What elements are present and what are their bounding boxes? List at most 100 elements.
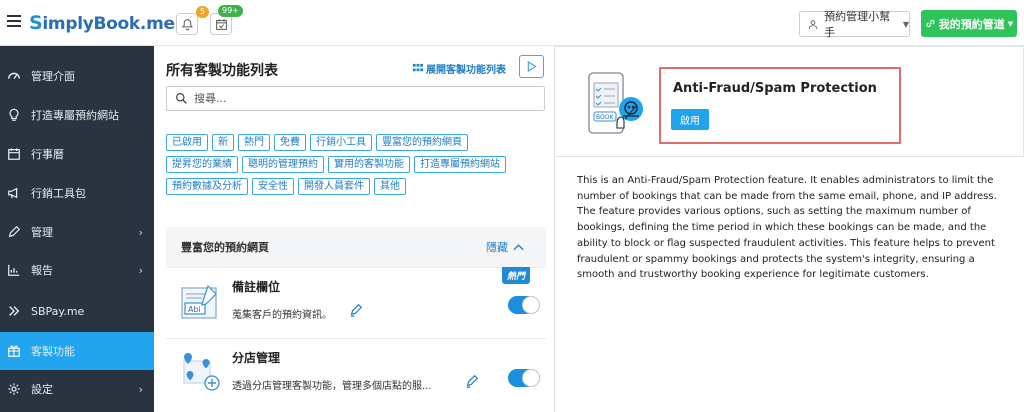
chevron-right-icon: › bbox=[138, 263, 143, 277]
filter-tag[interactable]: 聰明的管理預約 bbox=[242, 156, 324, 173]
svg-text:Abi: Abi bbox=[188, 305, 201, 314]
video-tutorial-button[interactable] bbox=[519, 55, 544, 78]
page-title: 所有客製功能列表 bbox=[166, 63, 278, 79]
filter-tag[interactable]: 打造專屬預約網站 bbox=[414, 156, 506, 173]
filter-tag[interactable]: 行銷小工具 bbox=[310, 134, 372, 151]
filter-tag[interactable]: 熱門 bbox=[238, 134, 270, 151]
sidebar-item-marketing[interactable]: 行銷工具包 bbox=[0, 174, 154, 212]
tag-row: 已啟用 新 熱門 免費 行銷小工具 豐富您的預約網頁 bbox=[166, 134, 546, 151]
sidebar-item-reports[interactable]: 報告 › bbox=[0, 251, 154, 289]
sidebar-item-manage[interactable]: 管理 › bbox=[0, 213, 154, 251]
tag-row: 提昇您的業績 聰明的管理預約 實用的客製功能 打造專屬預約網站 bbox=[166, 156, 546, 173]
sidebar-item-label: 管理 bbox=[31, 226, 53, 239]
feature-detail-header: BOOK Anti-Fraud/Spam Protection 啟用 bbox=[554, 46, 1024, 157]
features-list-panel: 所有客製功能列表 展開客製功能列表 已啟用 新 熱門 免費 行銷小工具 豐富您的… bbox=[154, 46, 554, 412]
logo[interactable]: SimplyBook.me bbox=[29, 12, 175, 34]
chevron-down-icon: ▼ bbox=[1007, 19, 1014, 28]
filter-tag[interactable]: 預約數據及分析 bbox=[166, 178, 248, 195]
speedometer-icon bbox=[7, 69, 21, 83]
sidebar-item-label: 行銷工具包 bbox=[31, 187, 86, 200]
hide-label: 隱藏 bbox=[486, 241, 508, 254]
feature-description: 透過分店管理客製功能，管理多個店點的服... bbox=[232, 381, 432, 392]
top-bar: SimplyBook.me 5 99+ 預約管理小幫手 ▼ 我的預約管道 ▼ bbox=[0, 0, 1024, 46]
filter-tag[interactable]: 安全性 bbox=[252, 178, 294, 195]
sidebar-item-website[interactable]: 打造專屬預約網站 bbox=[0, 96, 154, 134]
feature-detail-panel: BOOK Anti-Fraud/Spam Protection 啟用 This … bbox=[554, 46, 1024, 412]
search-icon bbox=[176, 93, 187, 104]
sidebar: 管理介面 打造專屬預約網站 行事曆 行銷工具包 管理 › 報告 › SBPay.… bbox=[0, 46, 154, 412]
filter-tag[interactable]: 免費 bbox=[274, 134, 306, 151]
filter-tag[interactable]: 實用的客製功能 bbox=[328, 156, 410, 173]
sidebar-item-label: 行事曆 bbox=[31, 148, 64, 161]
sidebar-item-label: 設定 bbox=[31, 383, 53, 396]
user-menu-button[interactable]: 預約管理小幫手 ▼ bbox=[799, 10, 910, 39]
feature-card-locations[interactable]: 分店管理 透過分店管理客製功能，管理多個店點的服... bbox=[166, 338, 546, 412]
filter-tag[interactable]: 已啟用 bbox=[166, 134, 208, 151]
sidebar-item-settings[interactable]: 設定 › bbox=[0, 370, 154, 408]
search-box[interactable] bbox=[166, 86, 545, 111]
search-input[interactable] bbox=[194, 92, 514, 105]
chevron-up-icon bbox=[513, 244, 524, 251]
sbpay-icon bbox=[7, 304, 21, 318]
logo-text: implyBook.me bbox=[42, 14, 175, 34]
chevron-down-icon: ▼ bbox=[902, 19, 909, 29]
filter-tag[interactable]: 其他 bbox=[374, 178, 406, 195]
sidebar-item-dashboard[interactable]: 管理介面 bbox=[0, 57, 154, 95]
gear-icon bbox=[7, 382, 21, 396]
sidebar-item-custom-features[interactable]: 客製功能 bbox=[0, 332, 154, 370]
feature-description: 蒐集客戶的預約資訊。 bbox=[232, 310, 332, 321]
sidebar-item-label: SBPay.me bbox=[31, 304, 85, 318]
section-title: 豐富您的預約網頁 bbox=[181, 241, 269, 254]
toggle-knob bbox=[522, 296, 540, 314]
my-booking-label: 我的預約管道 bbox=[938, 17, 1005, 31]
chevron-right-icon: › bbox=[138, 225, 143, 239]
filter-tags: 已啟用 新 熱門 免費 行銷小工具 豐富您的預約網頁 提昇您的業績 聰明的管理預… bbox=[166, 134, 546, 200]
toggle-knob bbox=[522, 369, 540, 387]
calendar-check-icon bbox=[215, 18, 227, 30]
puzzle-icon bbox=[7, 344, 21, 358]
grid-icon bbox=[412, 63, 423, 72]
illustration-book-label: BOOK bbox=[596, 114, 614, 121]
sidebar-item-label: 客製功能 bbox=[31, 345, 75, 358]
sidebar-item-sbpay[interactable]: SBPay.me bbox=[0, 292, 154, 330]
filter-tag[interactable]: 開發人員套件 bbox=[298, 178, 370, 195]
filter-tag[interactable]: 豐富您的預約網頁 bbox=[376, 134, 468, 151]
locations-icon bbox=[183, 353, 220, 391]
logo-letter: S bbox=[29, 12, 43, 34]
enable-button[interactable]: 啟用 bbox=[671, 109, 709, 130]
feature-card-notes[interactable]: Abi 備註欄位 蒐集客戶的預約資訊。 熱門 bbox=[166, 267, 546, 341]
feature-detail-description: This is an Anti-Fraud/Spam Protection fe… bbox=[577, 175, 997, 281]
lightbulb-icon bbox=[7, 108, 21, 122]
my-booking-channel-button[interactable]: 我的預約管道 ▼ bbox=[921, 10, 1017, 37]
edit-pencil-icon[interactable] bbox=[465, 374, 479, 388]
hamburger-menu-icon[interactable] bbox=[7, 15, 21, 27]
feature-title-highlight: Anti-Fraud/Spam Protection 啟用 bbox=[659, 67, 901, 144]
chart-icon bbox=[7, 263, 21, 277]
sidebar-item-label: 管理介面 bbox=[31, 70, 75, 83]
hot-badge: 熱門 bbox=[502, 267, 531, 284]
edit-pencil-icon[interactable] bbox=[349, 303, 363, 317]
sidebar-item-calendar[interactable]: 行事曆 bbox=[0, 135, 154, 173]
notification-count-badge: 5 bbox=[196, 6, 210, 18]
notes-field-icon: Abi bbox=[181, 284, 217, 319]
filter-tag[interactable]: 新 bbox=[212, 134, 234, 151]
bell-icon bbox=[181, 18, 193, 30]
feature-name: 分店管理 bbox=[232, 351, 281, 365]
task-count-badge: 99+ bbox=[218, 5, 243, 17]
chevron-right-icon: › bbox=[138, 382, 143, 396]
expand-features-link[interactable]: 展開客製功能列表 bbox=[412, 61, 506, 76]
feature-name: 備註欄位 bbox=[232, 280, 281, 294]
user-icon bbox=[808, 19, 818, 29]
feature-section: 豐富您的預約網頁 隱藏 Abi 備註欄位 蒐集客戶的預約資訊。 熱門 分店管理 … bbox=[166, 227, 546, 412]
megaphone-icon bbox=[7, 186, 21, 200]
pencil-icon bbox=[7, 225, 21, 239]
notifications-button[interactable] bbox=[176, 13, 198, 35]
expand-features-label: 展開客製功能列表 bbox=[426, 65, 506, 76]
hide-section-link[interactable]: 隱藏 bbox=[486, 239, 524, 255]
filter-tag[interactable]: 提昇您的業績 bbox=[166, 156, 238, 173]
sidebar-item-label: 報告 bbox=[31, 264, 53, 277]
feature-toggle[interactable] bbox=[508, 369, 540, 387]
user-menu-label: 預約管理小幫手 bbox=[824, 10, 891, 39]
feature-toggle[interactable] bbox=[508, 296, 540, 314]
sidebar-item-label: 打造專屬預約網站 bbox=[31, 109, 119, 122]
